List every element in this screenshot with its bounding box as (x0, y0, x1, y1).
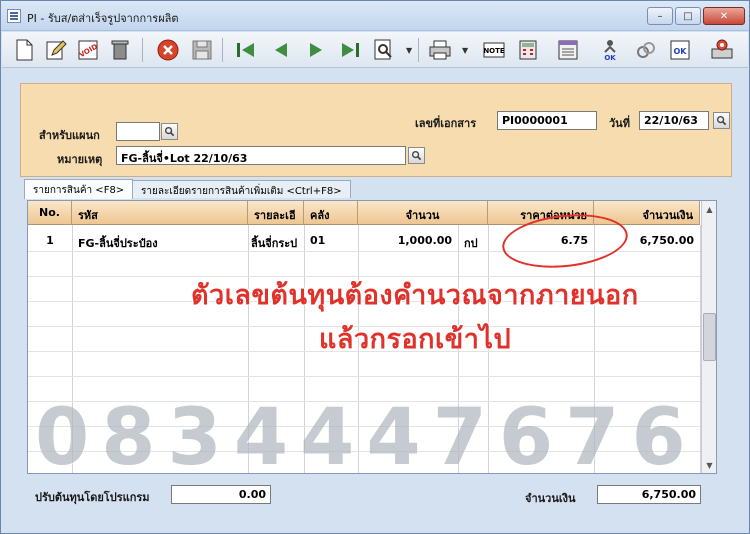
delete-icon[interactable] (106, 36, 134, 64)
minimize-button[interactable]: – (647, 7, 673, 25)
first-icon[interactable] (232, 36, 260, 64)
note-icon[interactable]: NOTE (480, 36, 508, 64)
doc-no-label: เลขที่เอกสาร (415, 117, 477, 130)
cell-no: 1 (46, 234, 54, 247)
svg-text:OK: OK (604, 54, 616, 62)
void-icon[interactable]: VOID (74, 36, 102, 64)
col-header-no[interactable]: No. (28, 201, 72, 225)
tab-item-details[interactable]: รายละเอียดรายการสินค้าเพิ่มเติม <Ctrl+F8… (132, 180, 351, 198)
col-header-description[interactable]: รายละเอี (248, 201, 304, 225)
cell-warehouse: 01 (310, 234, 326, 247)
total-amount-field: 6,750.00 (597, 485, 701, 504)
ok-icon[interactable]: OK (666, 36, 694, 64)
close-button[interactable]: ✕ (703, 7, 745, 25)
tab-item-list[interactable]: รายการสินค้า <F8> (24, 179, 134, 199)
annotation-line-2: แล้วกรอกเข้าไป (319, 324, 512, 355)
annotation-line-1: ตัวเลขต้นทุนต้องคำนวณจากภายนอก (191, 280, 639, 311)
approve-ok-icon[interactable]: OK (596, 36, 624, 64)
app-window: PI - รับส/ตส่าเร็จรูปจากการผลิต – □ ✕ VO… (0, 0, 750, 534)
edit-icon[interactable] (42, 36, 70, 64)
adjust-cost-label: ปรับต้นทุนโดยโปรแกรม (35, 491, 150, 504)
col-header-qty[interactable]: จำนวน (358, 201, 488, 225)
doc-no-field[interactable]: PI0000001 (497, 111, 597, 130)
department-label: สำหรับแผนก (39, 129, 100, 142)
date-picker-button[interactable] (713, 112, 730, 129)
col-header-warehouse[interactable]: คลัง (304, 201, 358, 225)
prev-icon[interactable] (267, 36, 295, 64)
magnifier-icon (164, 126, 175, 137)
svg-text:NOTE: NOTE (483, 47, 505, 55)
date-label: วันที่ (609, 117, 630, 130)
adjust-cost-field[interactable]: 0.00 (171, 485, 271, 504)
total-amount-label: จำนวนเงิน (525, 492, 576, 505)
next-icon[interactable] (302, 36, 330, 64)
svg-text:OK: OK (674, 47, 688, 56)
maximize-button[interactable]: □ (675, 7, 701, 25)
department-field[interactable] (116, 122, 160, 141)
col-header-code[interactable]: รหัส (72, 201, 248, 225)
print-dropdown-icon[interactable]: ▼ (462, 46, 470, 55)
title-bar: PI - รับส/ตส่าเร็จรูปจากการผลิต – □ ✕ (1, 1, 749, 31)
phone-watermark: 0834447676 (35, 393, 698, 483)
cell-description: ลิ้นจี่กระป (251, 237, 298, 250)
search-dropdown-icon[interactable]: ▼ (406, 46, 414, 55)
print-icon[interactable] (426, 36, 454, 64)
cell-unit: กป (464, 237, 478, 250)
cell-code: FG-ลิ้นจี่ประป๋อง (78, 237, 158, 250)
app-icon (7, 9, 21, 23)
department-lookup-button[interactable] (161, 123, 178, 140)
calculator-icon[interactable] (514, 36, 542, 64)
toolbar: VOID ▼ ▼ NOTE OK OK (2, 32, 748, 68)
search-icon[interactable] (370, 36, 398, 64)
date-field[interactable]: 22/10/63 (639, 111, 709, 130)
save-icon[interactable] (188, 36, 216, 64)
report-icon[interactable] (554, 36, 582, 64)
settings-icon[interactable] (708, 36, 736, 64)
scroll-up-icon[interactable]: ▲ (702, 201, 716, 217)
magnifier-icon (411, 150, 422, 161)
remark-label: หมายเหตุ (57, 153, 103, 166)
magnifier-icon (716, 115, 727, 126)
window-title: PI - รับส/ตส่าเร็จรูปจากการผลิต (27, 12, 179, 25)
cancel-icon[interactable] (154, 36, 182, 64)
cell-qty: 1,000.00 (397, 234, 452, 247)
remark-field[interactable]: FG-ลิ้นจี่•Lot 22/10/63 (116, 146, 406, 165)
unlink-icon[interactable] (632, 36, 660, 64)
new-icon[interactable] (10, 36, 38, 64)
last-icon[interactable] (336, 36, 364, 64)
remark-lookup-button[interactable] (408, 147, 425, 164)
scroll-thumb[interactable] (703, 313, 716, 361)
